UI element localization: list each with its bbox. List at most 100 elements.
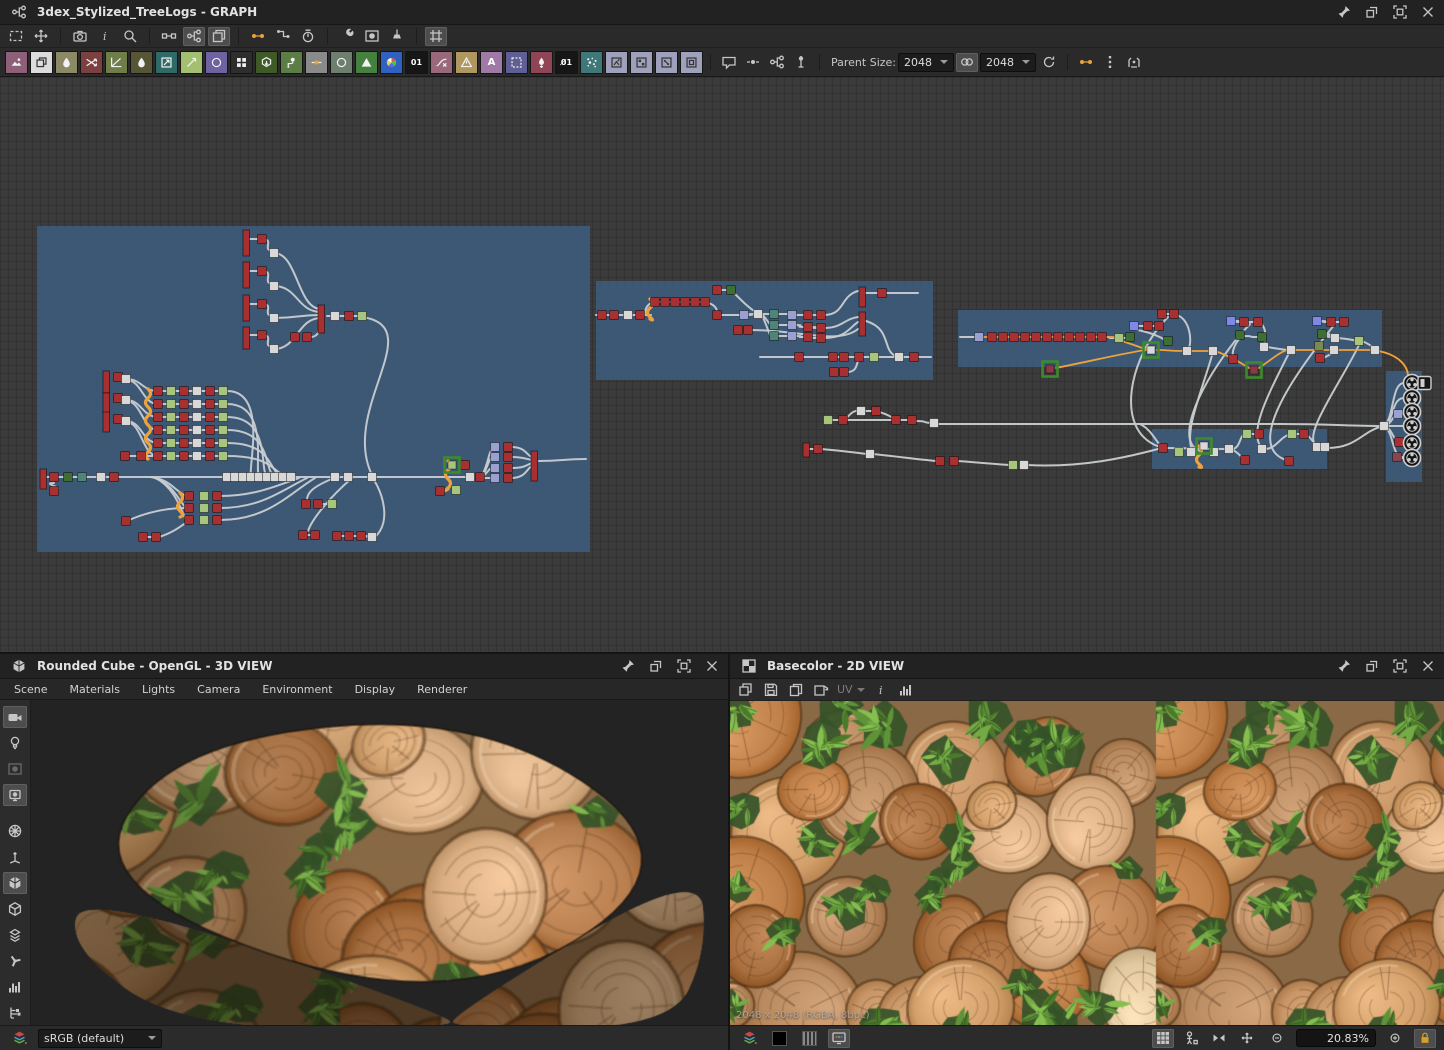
- warp-node-button[interactable]: [130, 50, 153, 74]
- lock-zoom-button[interactable]: [1414, 1028, 1436, 1048]
- tile-sampler-node-button[interactable]: [230, 50, 253, 74]
- frame-grid-button[interactable]: [425, 26, 447, 46]
- menu-camera[interactable]: Camera: [197, 683, 240, 696]
- dot-link-button[interactable]: [247, 27, 269, 46]
- background-black-button[interactable]: [768, 1029, 790, 1048]
- geometry-plane-button[interactable]: [3, 924, 27, 946]
- graph-editor-canvas[interactable]: [0, 77, 1444, 652]
- hsl-node-button[interactable]: [380, 50, 403, 74]
- curve-node-button[interactable]: [430, 50, 453, 74]
- float-icon[interactable]: [1364, 658, 1380, 674]
- splatter-node-button[interactable]: [580, 50, 603, 74]
- menu-scene[interactable]: Scene: [14, 683, 48, 696]
- view2d-viewport[interactable]: 2048 x 2048 (RGBA, 8bpc): [730, 701, 1444, 1025]
- float-icon[interactable]: [648, 658, 664, 674]
- bitdepth-node-button[interactable]: 0̸1: [555, 50, 578, 74]
- compute-timer-button[interactable]: [297, 27, 319, 46]
- close-icon[interactable]: [704, 658, 720, 674]
- view3d-viewport[interactable]: [31, 700, 728, 1025]
- color-profile-select[interactable]: sRGB (default): [38, 1028, 162, 1048]
- close-icon[interactable]: [1420, 4, 1436, 20]
- levels-node-button[interactable]: [105, 50, 128, 74]
- zoom-out-button[interactable]: [1266, 1029, 1288, 1048]
- parent-size-width-select[interactable]: 2048: [898, 52, 954, 72]
- bitmap-node-button[interactable]: [5, 50, 28, 74]
- connect-nodes-button[interactable]: [1075, 53, 1097, 72]
- light-node-button[interactable]: [280, 50, 303, 74]
- pixel-processor-node-button[interactable]: [630, 50, 653, 74]
- geometry-cube-uv-button[interactable]: [3, 898, 27, 920]
- text-node-button[interactable]: A: [480, 50, 503, 74]
- display-gamma-button[interactable]: [828, 1028, 850, 1048]
- subgraph-button[interactable]: [766, 53, 788, 72]
- light-mode-button[interactable]: [3, 732, 27, 754]
- menu-display[interactable]: Display: [355, 683, 396, 696]
- move-tool-button[interactable]: [30, 27, 52, 46]
- reset-size-button[interactable]: [1038, 53, 1060, 72]
- link-size-button[interactable]: [956, 52, 978, 72]
- grayscale-conversion-node-button[interactable]: 01: [405, 50, 428, 74]
- node-info-button[interactable]: i: [94, 27, 116, 46]
- shape-node-button[interactable]: [205, 50, 228, 74]
- render-settings-button[interactable]: [3, 784, 27, 806]
- scene-statistics-button[interactable]: [3, 976, 27, 998]
- link-nodes-button[interactable]: [158, 27, 180, 46]
- camera-mode-button[interactable]: [3, 706, 27, 728]
- search-button[interactable]: [119, 27, 141, 46]
- snap-frame-button[interactable]: [1123, 53, 1145, 72]
- clean-tool-button[interactable]: [386, 27, 408, 46]
- maximize-icon[interactable]: [676, 658, 692, 674]
- pyramid-node-button[interactable]: [355, 50, 378, 74]
- menu-lights[interactable]: Lights: [142, 683, 175, 696]
- fit-view-button[interactable]: [1208, 1029, 1230, 1048]
- value-processor-node-button[interactable]: [680, 50, 703, 74]
- pan-view-button[interactable]: [1236, 1029, 1258, 1048]
- image-information-button[interactable]: i: [870, 680, 892, 699]
- distance-node-button[interactable]: [180, 50, 203, 74]
- tiling-grid-button[interactable]: [1152, 1028, 1174, 1048]
- copy-image-button[interactable]: [785, 680, 807, 699]
- marquee-select-button[interactable]: [5, 27, 27, 46]
- menu-environment[interactable]: Environment: [262, 683, 332, 696]
- blend-node-button[interactable]: [30, 50, 53, 74]
- fx-map-node-button[interactable]: [655, 50, 678, 74]
- channels-layers-button[interactable]: [738, 1029, 760, 1048]
- tools-button[interactable]: [336, 27, 358, 46]
- svg-node-button[interactable]: [605, 50, 628, 74]
- zoom-level-field[interactable]: 20.83%: [1296, 1029, 1376, 1047]
- safe-transform-node-button[interactable]: [330, 50, 353, 74]
- environment-image-button[interactable]: [3, 758, 27, 780]
- stack-view-button[interactable]: [208, 26, 230, 46]
- scene-hierarchy-button[interactable]: [3, 1002, 27, 1024]
- background-stripes-button[interactable]: [798, 1029, 820, 1048]
- pin-icon[interactable]: [1336, 4, 1352, 20]
- graph-view-button[interactable]: [183, 26, 205, 46]
- close-icon[interactable]: [1420, 658, 1436, 674]
- geometry-fan-button[interactable]: [3, 950, 27, 972]
- view3d-render-canvas[interactable]: [31, 700, 728, 1025]
- pin-icon[interactable]: [620, 658, 636, 674]
- paint-node-button[interactable]: [530, 50, 553, 74]
- histogram-button[interactable]: [895, 680, 917, 699]
- physical-size-button[interactable]: [1180, 1029, 1202, 1048]
- transform2d-node-button[interactable]: [155, 50, 178, 74]
- pin-tool-button[interactable]: [790, 53, 812, 72]
- screenshot-button[interactable]: [69, 27, 91, 46]
- float-icon[interactable]: [1364, 4, 1380, 20]
- blur-node-button[interactable]: [55, 50, 78, 74]
- geometry-cube-button[interactable]: [3, 872, 27, 894]
- normal-node-button[interactable]: [255, 50, 278, 74]
- maximize-icon[interactable]: [1392, 658, 1408, 674]
- menu-materials[interactable]: Materials: [70, 683, 120, 696]
- view2d-texture-canvas[interactable]: [730, 701, 1444, 1025]
- save-image-button[interactable]: [760, 680, 782, 699]
- dot-node-button[interactable]: [305, 50, 328, 74]
- uv-mode-select[interactable]: UV: [837, 683, 865, 696]
- warning-node-button[interactable]: [455, 50, 478, 74]
- color-layers-icon[interactable]: [8, 1029, 30, 1048]
- thumbnail-view-button[interactable]: [361, 27, 383, 46]
- maximize-icon[interactable]: [1392, 4, 1408, 20]
- new-view-button[interactable]: [735, 680, 757, 699]
- directional-warp-node-button[interactable]: [80, 50, 103, 74]
- zoom-in-button[interactable]: [1384, 1029, 1406, 1048]
